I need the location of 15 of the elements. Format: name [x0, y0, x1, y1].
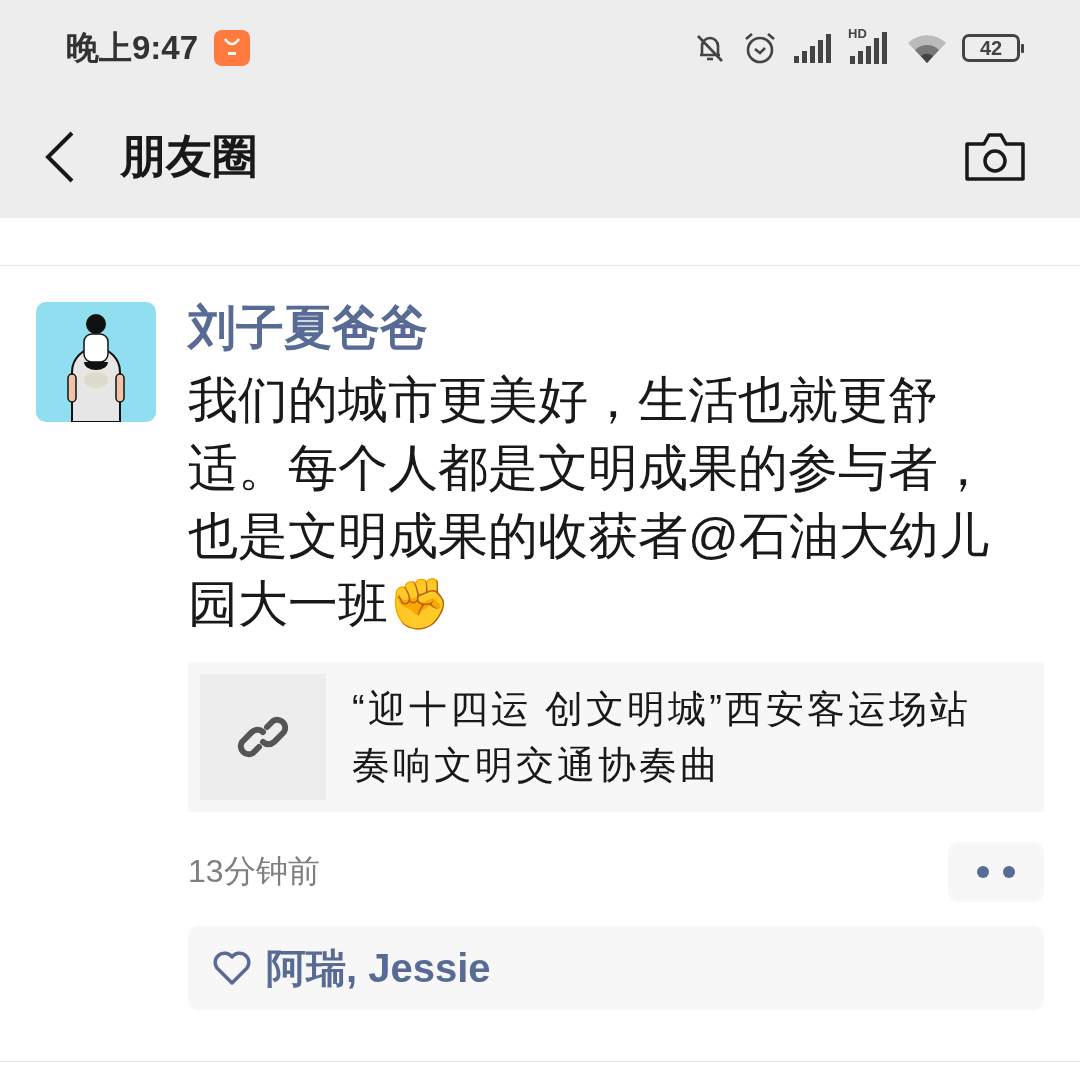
post-time: 13分钟前: [188, 852, 320, 891]
likes-names[interactable]: 阿瑞, Jessie: [266, 940, 491, 996]
avatar[interactable]: [36, 302, 156, 422]
author-name[interactable]: 刘子夏爸爸: [188, 294, 1044, 362]
heart-icon: [212, 950, 252, 986]
camera-button[interactable]: [964, 132, 1026, 182]
page-title: 朋友圈: [120, 129, 259, 184]
post-text: 我们的城市更美好，生活也就更舒适。每个人都是文明成果的参与者，也是文明成果的收获者@石油大幼儿园大一班✊: [188, 371, 990, 634]
signal-icon: [792, 32, 834, 64]
shopping-bag-icon: [214, 30, 251, 66]
link-title: “迎十四运 创文明城”西安客运场站奏响文明交通协奏曲: [352, 687, 972, 788]
status-time: 晚上9:47: [66, 27, 199, 68]
link-card[interactable]: “迎十四运 创文明城”西安客运场站奏响文明交通协奏曲: [188, 662, 1044, 812]
more-button[interactable]: [948, 842, 1044, 902]
dots-icon: [976, 865, 1016, 879]
